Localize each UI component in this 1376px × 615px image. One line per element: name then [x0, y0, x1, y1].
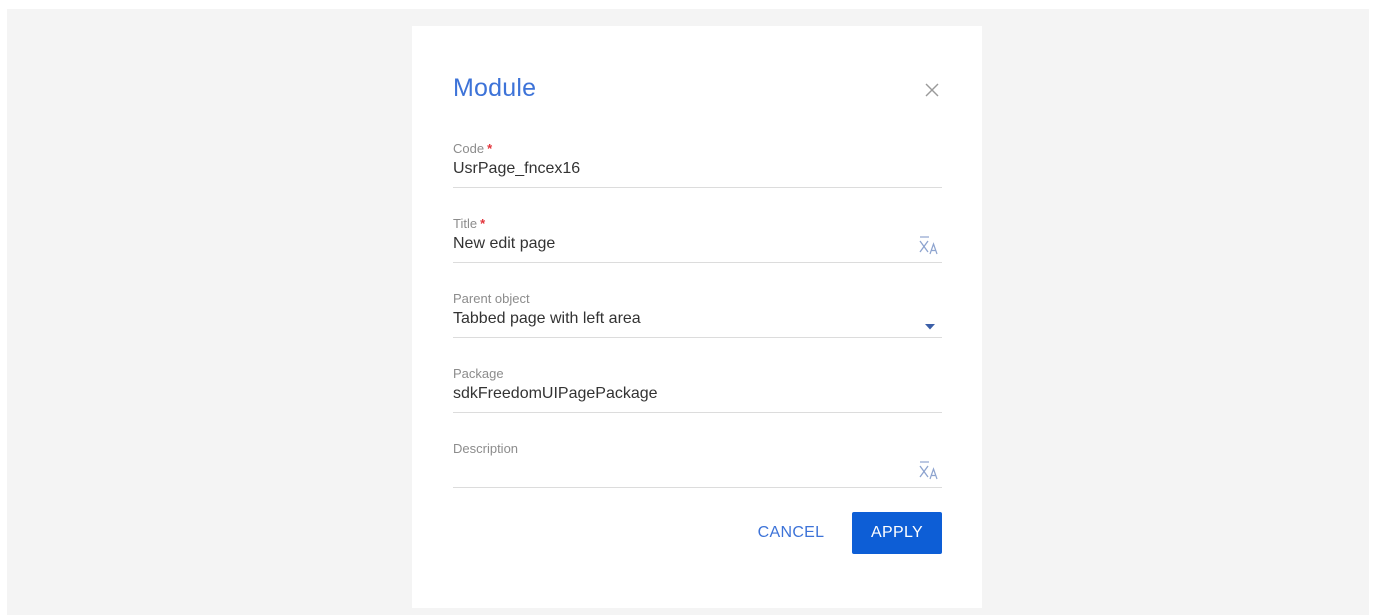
code-label: Code *: [453, 141, 493, 156]
required-marker: *: [487, 141, 493, 156]
required-marker: *: [480, 216, 486, 231]
close-icon: [925, 83, 939, 97]
translate-icon[interactable]: [918, 235, 940, 255]
code-field[interactable]: Code * UsrPage_fncex16: [453, 141, 942, 188]
dialog-title: Module: [453, 74, 537, 102]
code-input[interactable]: UsrPage_fncex16: [453, 160, 580, 178]
description-field[interactable]: Description: [453, 441, 942, 488]
package-input[interactable]: sdkFreedomUIPagePackage: [453, 385, 658, 403]
parent-object-field[interactable]: Parent object Tabbed page with left area: [453, 291, 942, 338]
package-label: Package: [453, 366, 504, 381]
description-label: Description: [453, 441, 519, 456]
parent-object-label: Parent object: [453, 291, 530, 306]
parent-object-select[interactable]: Tabbed page with left area: [453, 310, 641, 328]
close-button[interactable]: [921, 79, 943, 101]
apply-button[interactable]: APPLY: [852, 512, 942, 554]
translate-icon[interactable]: [918, 460, 940, 480]
module-dialog: Module Code * UsrPage_fncex16 Title * New …: [412, 26, 982, 608]
title-label: Title *: [453, 216, 486, 231]
title-input[interactable]: New edit page: [453, 235, 555, 253]
package-field[interactable]: Package sdkFreedomUIPagePackage: [453, 366, 942, 413]
cancel-button[interactable]: CANCEL: [746, 512, 836, 554]
title-field[interactable]: Title * New edit page: [453, 216, 942, 263]
chevron-down-icon[interactable]: [924, 318, 936, 330]
